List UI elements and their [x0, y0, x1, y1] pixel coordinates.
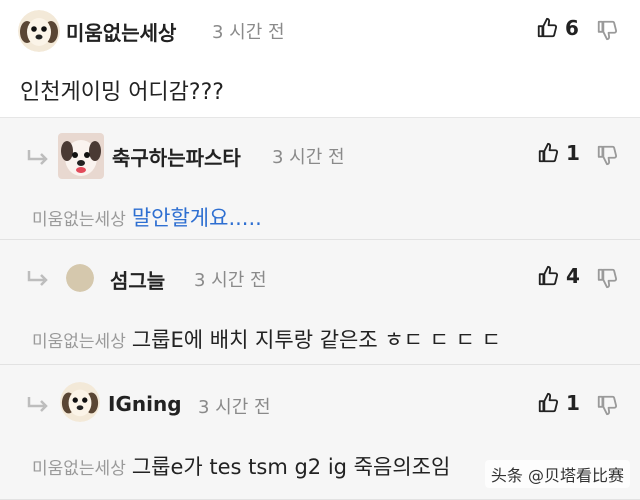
mention-username[interactable]: 미움없는세상 — [32, 332, 126, 352]
reply-time: 3 시간 전 — [272, 147, 345, 168]
like-count: 1 — [566, 391, 580, 415]
comment-time: 3 시간 전 — [212, 22, 285, 43]
avatar[interactable] — [66, 264, 94, 292]
reply-text: 그룹e가 tes tsm g2 ig 죽음의조임 — [131, 455, 451, 479]
like-count: 6 — [565, 16, 579, 40]
reply-username[interactable]: 섬그늘 — [110, 265, 165, 294]
comment-header: 미움없는세상 3 시간 전 6 — [0, 0, 640, 60]
comment-main: 미움없는세상 3 시간 전 6 인천게이밍 어디감??? — [0, 0, 640, 118]
reply-username[interactable]: 축구하는파스타 — [112, 142, 241, 171]
reply-body: 미움없는세상 말안할게요..... — [32, 202, 262, 232]
dog-avatar-icon — [60, 382, 100, 422]
reply-arrow-icon — [26, 395, 50, 413]
reply-arrow-icon — [26, 269, 50, 287]
thumbs-up-icon[interactable] — [537, 265, 559, 287]
avatar[interactable] — [58, 133, 104, 179]
reply-time: 3 시간 전 — [194, 270, 267, 291]
avatar[interactable] — [60, 382, 100, 422]
reply-body: 미움없는세상 그룹E에 배치 지투랑 같은조 ㅎㄷ ㄷ ㄷ ㄷ — [32, 324, 501, 354]
reply-arrow-icon — [26, 148, 50, 166]
dog-avatar-icon — [18, 10, 60, 52]
comment-username[interactable]: 미움없는세상 — [66, 17, 176, 46]
reply-username[interactable]: IGning — [108, 392, 182, 416]
thumbs-up-icon[interactable] — [537, 392, 559, 414]
avatar[interactable] — [18, 10, 60, 52]
thumbs-down-icon[interactable] — [596, 394, 618, 416]
reply-text: 그룹E에 배치 지투랑 같은조 ㅎㄷ ㄷ ㄷ ㄷ — [131, 328, 501, 352]
reply-item: 섬그늘 3 시간 전 4 미움없는세상 그룹E에 배치 지투랑 같은조 ㅎㄷ ㄷ … — [0, 240, 640, 365]
comment-text: 인천게이밍 어디감??? — [20, 80, 224, 105]
reply-item: 축구하는파스타 3 시간 전 1 미움없는세상 말안할게요..... — [0, 118, 640, 240]
default-avatar-icon — [66, 264, 94, 292]
thumbs-down-icon[interactable] — [596, 267, 618, 289]
thumbs-down-icon[interactable] — [596, 144, 618, 166]
mention-username[interactable]: 미움없는세상 — [32, 210, 126, 230]
mention-username[interactable]: 미움없는세상 — [32, 459, 126, 479]
reply-time: 3 시간 전 — [198, 397, 271, 418]
like-count: 1 — [566, 141, 580, 165]
thumbs-up-icon[interactable] — [536, 17, 558, 39]
thumbs-down-icon[interactable] — [596, 19, 618, 41]
thumbs-up-icon[interactable] — [537, 142, 559, 164]
dog-avatar-icon — [58, 133, 104, 179]
reply-body: 미움없는세상 그룹e가 tes tsm g2 ig 죽음의조임 — [32, 451, 450, 481]
watermark: 头条 @贝塔看比赛 — [484, 460, 630, 488]
like-count: 4 — [566, 264, 580, 288]
reply-text: 말안할게요..... — [131, 206, 262, 230]
